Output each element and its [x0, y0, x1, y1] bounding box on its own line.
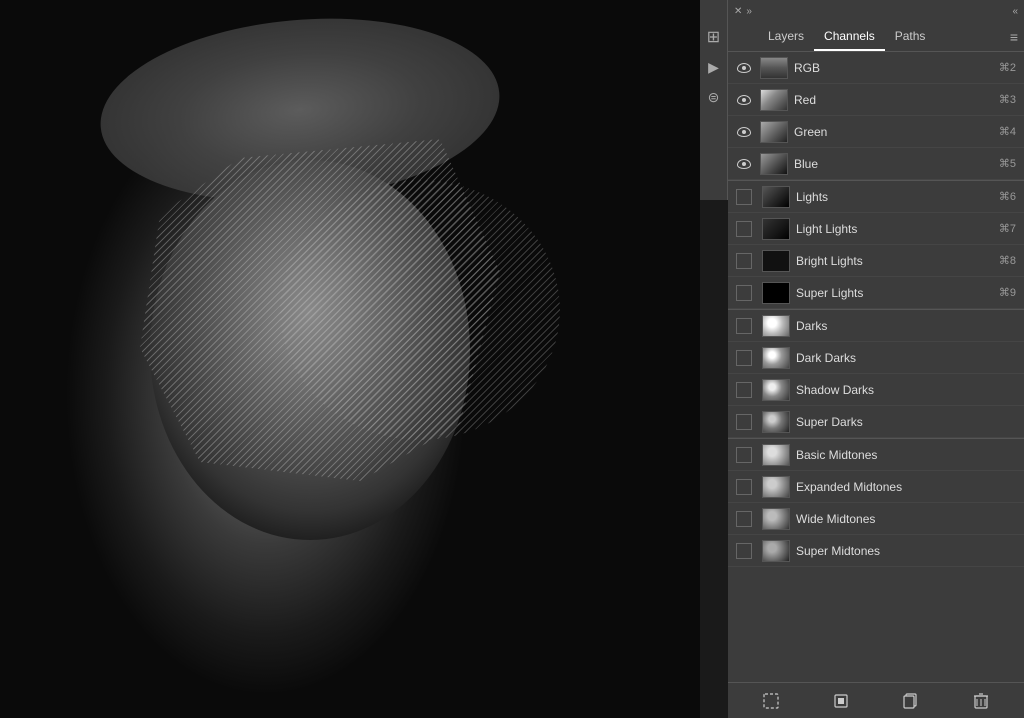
- double-arrow-icon[interactable]: »: [746, 6, 752, 17]
- channel-label-light-lights: Light Lights: [794, 222, 999, 236]
- channel-thumb-blue: [760, 153, 788, 175]
- channel-checkbox-shadow-darks[interactable]: [736, 382, 752, 398]
- channel-checkbox-darks[interactable]: [736, 318, 752, 334]
- panel-bottom-toolbar: [728, 682, 1024, 718]
- photo-background: [0, 0, 700, 718]
- channel-row-shadow-darks[interactable]: Shadow Darks: [728, 374, 1024, 406]
- channel-label-wide-midtones: Wide Midtones: [794, 512, 1020, 526]
- channel-checkbox-dark-darks[interactable]: [736, 350, 752, 366]
- channel-row-light-lights[interactable]: Light Lights⌘7: [728, 213, 1024, 245]
- channel-thumb-dark-darks: [762, 347, 790, 369]
- channel-thumb-rgb: [760, 57, 788, 79]
- channel-checkbox-super-darks[interactable]: [736, 414, 752, 430]
- channel-thumb-red: [760, 89, 788, 111]
- panel-menu-icon[interactable]: ≡: [1010, 29, 1018, 45]
- channel-row-bright-lights[interactable]: Bright Lights⌘8: [728, 245, 1024, 277]
- channel-checkbox-expanded-midtones[interactable]: [736, 479, 752, 495]
- channel-label-red: Red: [792, 93, 999, 107]
- load-selection-button[interactable]: [760, 690, 782, 712]
- channel-thumb-bright-lights: [762, 250, 790, 272]
- visibility-eye-blue[interactable]: [732, 159, 756, 169]
- channel-shortcut-blue: ⌘5: [999, 157, 1016, 170]
- channel-shortcut-light-lights: ⌘7: [999, 222, 1016, 235]
- panel-options-right-icon[interactable]: «: [1012, 6, 1018, 17]
- channel-label-shadow-darks: Shadow Darks: [794, 383, 1020, 397]
- channel-shortcut-bright-lights: ⌘8: [999, 254, 1016, 267]
- channel-thumb-super-lights: [762, 282, 790, 304]
- channel-label-dark-darks: Dark Darks: [794, 351, 1020, 365]
- channel-row-dark-darks[interactable]: Dark Darks: [728, 342, 1024, 374]
- channel-thumb-darks: [762, 315, 790, 337]
- channel-row-basic-midtones[interactable]: Basic Midtones: [728, 439, 1024, 471]
- channel-thumb-shadow-darks: [762, 379, 790, 401]
- delete-channel-button[interactable]: [970, 690, 992, 712]
- tool-layers-icon[interactable]: ⊞: [703, 26, 725, 48]
- tool-play-icon[interactable]: ▶: [703, 56, 725, 78]
- channel-thumb-lights: [762, 186, 790, 208]
- channel-row-super-lights[interactable]: Super Lights⌘9: [728, 277, 1024, 309]
- channel-row-blue[interactable]: Blue⌘5: [728, 148, 1024, 180]
- channel-label-super-lights: Super Lights: [794, 286, 999, 300]
- channel-checkbox-light-lights[interactable]: [736, 221, 752, 237]
- channel-shortcut-rgb: ⌘2: [999, 61, 1016, 74]
- channel-label-basic-midtones: Basic Midtones: [794, 448, 1020, 462]
- channel-thumb-light-lights: [762, 218, 790, 240]
- photo-canvas: [0, 0, 700, 718]
- tool-sidebar: ⊞ ▶ ⊜: [700, 0, 728, 200]
- channel-shortcut-super-lights: ⌘9: [999, 286, 1016, 299]
- channel-row-super-darks[interactable]: Super Darks: [728, 406, 1024, 438]
- channel-label-expanded-midtones: Expanded Midtones: [794, 480, 1020, 494]
- tool-properties-icon[interactable]: ⊜: [703, 86, 725, 108]
- visibility-eye-rgb[interactable]: [732, 63, 756, 73]
- panel-tab-bar: Layers Channels Paths ≡: [728, 22, 1024, 52]
- channel-checkbox-lights[interactable]: [736, 189, 752, 205]
- channel-row-wide-midtones[interactable]: Wide Midtones: [728, 503, 1024, 535]
- channel-row-super-midtones[interactable]: Super Midtones: [728, 535, 1024, 567]
- channel-row-rgb[interactable]: RGB⌘2: [728, 52, 1024, 84]
- channel-shortcut-red: ⌘3: [999, 93, 1016, 106]
- channel-checkbox-wide-midtones[interactable]: [736, 511, 752, 527]
- new-channel-button[interactable]: [900, 690, 922, 712]
- channel-thumb-wide-midtones: [762, 508, 790, 530]
- panel-topbar: ✕ » «: [728, 0, 1024, 22]
- channel-label-super-midtones: Super Midtones: [794, 544, 1020, 558]
- channel-shortcut-lights: ⌘6: [999, 190, 1016, 203]
- channels-list: RGB⌘2Red⌘3Green⌘4Blue⌘5Lights⌘6Light Lig…: [728, 52, 1024, 682]
- channel-label-green: Green: [792, 125, 999, 139]
- tab-layers[interactable]: Layers: [758, 22, 814, 51]
- channel-label-lights: Lights: [794, 190, 999, 204]
- channel-checkbox-super-midtones[interactable]: [736, 543, 752, 559]
- visibility-eye-red[interactable]: [732, 95, 756, 105]
- channel-row-red[interactable]: Red⌘3: [728, 84, 1024, 116]
- channel-checkbox-basic-midtones[interactable]: [736, 447, 752, 463]
- channel-shortcut-green: ⌘4: [999, 125, 1016, 138]
- visibility-eye-green[interactable]: [732, 127, 756, 137]
- channel-row-lights[interactable]: Lights⌘6: [728, 181, 1024, 213]
- channel-thumb-super-midtones: [762, 540, 790, 562]
- tab-channels[interactable]: Channels: [814, 22, 885, 51]
- close-icon[interactable]: ✕: [734, 6, 742, 17]
- channel-thumb-expanded-midtones: [762, 476, 790, 498]
- channel-label-bright-lights: Bright Lights: [794, 254, 999, 268]
- save-selection-button[interactable]: [830, 690, 852, 712]
- channel-thumb-super-darks: [762, 411, 790, 433]
- channel-row-green[interactable]: Green⌘4: [728, 116, 1024, 148]
- tab-paths[interactable]: Paths: [885, 22, 936, 51]
- channel-checkbox-bright-lights[interactable]: [736, 253, 752, 269]
- channel-row-darks[interactable]: Darks: [728, 310, 1024, 342]
- channel-row-expanded-midtones[interactable]: Expanded Midtones: [728, 471, 1024, 503]
- channel-checkbox-super-lights[interactable]: [736, 285, 752, 301]
- channel-label-darks: Darks: [794, 319, 1020, 333]
- channel-label-blue: Blue: [792, 157, 999, 171]
- channel-label-rgb: RGB: [792, 61, 999, 75]
- channel-label-super-darks: Super Darks: [794, 415, 1020, 429]
- channels-panel: ✕ » « Layers Channels Paths ≡ RGB⌘2Red⌘3…: [728, 0, 1024, 718]
- channel-thumb-green: [760, 121, 788, 143]
- channel-thumb-basic-midtones: [762, 444, 790, 466]
